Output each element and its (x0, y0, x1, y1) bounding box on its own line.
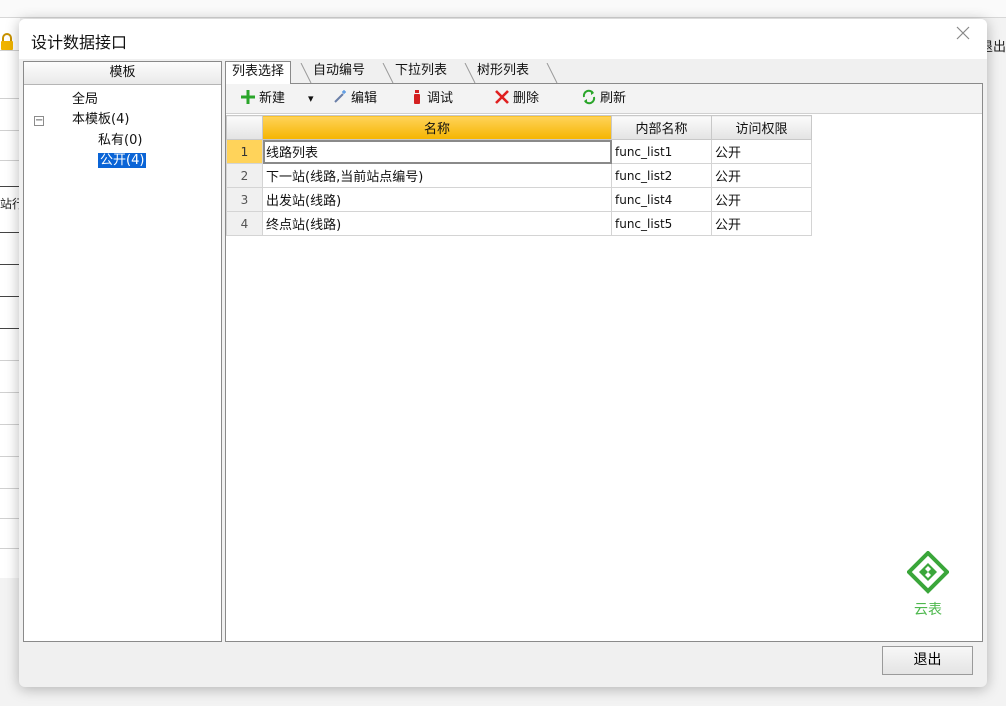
new-button[interactable]: 新建 (240, 89, 285, 109)
table-row[interactable]: 3 出发站(线路) func_list4 公开 (226, 187, 812, 212)
tree-item-label: 本模板(4) (72, 112, 130, 127)
cell-inner-name[interactable]: func_list4 (611, 187, 712, 212)
brand-logo: 云表 (906, 550, 957, 621)
template-tree-panel: 模板 全局 − 本模板(4) 私有(0) 公开(4) (23, 61, 222, 642)
tree-item-global[interactable]: 全局 (72, 90, 98, 110)
table-row[interactable]: 2 下一站(线路,当前站点编号) func_list2 公开 (226, 163, 812, 188)
tab-list-select[interactable]: 列表选择 (225, 61, 292, 84)
cell-name[interactable]: 线路列表 (262, 139, 612, 164)
tab-label: 列表选择 (232, 64, 285, 79)
new-dropdown-button[interactable]: ▾ (308, 89, 314, 109)
brand-text: 云表 (914, 602, 942, 618)
tab-label: 自动编号 (313, 63, 366, 78)
tree-item-label: 全局 (72, 92, 99, 107)
tab-separator (546, 63, 558, 83)
close-icon[interactable] (953, 23, 973, 43)
cell-inner-name[interactable]: func_list2 (611, 163, 712, 188)
debug-icon (414, 90, 420, 104)
tree-header: 模板 (24, 62, 221, 85)
cell-name[interactable]: 终点站(线路) (262, 211, 612, 236)
row-number: 1 (226, 139, 263, 164)
table-row[interactable]: 4 终点站(线路) func_list5 公开 (226, 211, 812, 236)
magic-wand-icon (334, 90, 346, 103)
cell-inner-name[interactable]: func_list1 (611, 139, 712, 164)
refresh-icon (582, 89, 596, 105)
cell-inner-name[interactable]: func_list5 (611, 211, 712, 236)
cell-name[interactable]: 下一站(线路,当前站点编号) (262, 163, 612, 188)
delete-button[interactable]: 删除 (494, 89, 539, 109)
refresh-button[interactable]: 刷新 (581, 89, 626, 109)
tab-tree-list[interactable]: 树形列表 (471, 61, 535, 83)
interface-list-grid: 名称 内部名称 访问权限 1 线路列表 func_list1 公开 2 下一站(… (226, 115, 812, 236)
tab-auto-number[interactable]: 自动编号 (307, 61, 371, 83)
column-header-access[interactable]: 访问权限 (711, 115, 812, 140)
tree-item-label: 公开(4) (98, 153, 147, 168)
refresh-label: 刷新 (600, 91, 627, 106)
exit-button[interactable]: 退出 (882, 646, 973, 675)
tree-item-this-template[interactable]: 本模板(4) (72, 110, 129, 130)
delete-x-icon (495, 90, 509, 104)
background-app-left-strip (0, 18, 20, 578)
row-number: 2 (226, 163, 263, 188)
background-app-topbar (0, 0, 1006, 18)
edit-label: 编辑 (351, 91, 378, 106)
toolbar: 新建 ▾ 编辑 调试 删除 刷新 (226, 84, 982, 114)
chevron-down-icon: ▾ (308, 92, 314, 105)
collapse-icon[interactable]: − (34, 116, 44, 126)
cell-access[interactable]: 公开 (711, 139, 812, 164)
tree-item-public[interactable]: 公开(4) (98, 151, 147, 171)
plus-icon (241, 90, 255, 104)
debug-button[interactable]: 调试 (410, 89, 453, 109)
cell-access[interactable]: 公开 (711, 163, 812, 188)
tree-item-label: 私有(0) (98, 133, 143, 148)
cell-access[interactable]: 公开 (711, 211, 812, 236)
dialog-titlebar: 设计数据接口 (19, 19, 987, 59)
row-number: 3 (226, 187, 263, 212)
tab-label: 下拉列表 (395, 63, 448, 78)
table-row[interactable]: 1 线路列表 func_list1 公开 (226, 139, 812, 164)
debug-label: 调试 (427, 91, 454, 106)
delete-label: 删除 (513, 91, 540, 106)
tab-label: 树形列表 (477, 63, 530, 78)
tab-dropdown-list[interactable]: 下拉列表 (389, 61, 453, 83)
new-label: 新建 (259, 91, 286, 106)
brand-diamond-icon (906, 550, 950, 594)
cell-name[interactable]: 出发站(线路) (262, 187, 612, 212)
column-header-name[interactable]: 名称 (262, 115, 612, 140)
list-content-panel: 新建 ▾ 编辑 调试 删除 刷新 名称 内部名称 访问权限 1 线路列表 fun… (225, 83, 983, 642)
tree-item-private[interactable]: 私有(0) (98, 131, 142, 151)
grid-corner (226, 115, 263, 140)
edit-button[interactable]: 编辑 (332, 89, 377, 109)
dialog-title: 设计数据接口 (31, 33, 128, 52)
background-left-text: 站行 (0, 197, 20, 211)
design-data-interface-dialog: 设计数据接口 模板 全局 − 本模板(4) 私有(0) 公开(4) 列表选择 自… (19, 19, 987, 687)
tab-bar: 列表选择 自动编号 下拉列表 树形列表 (225, 61, 985, 84)
row-number: 4 (226, 211, 263, 236)
column-header-inner-name[interactable]: 内部名称 (611, 115, 712, 140)
lock-icon (1, 33, 13, 50)
cell-access[interactable]: 公开 (711, 187, 812, 212)
